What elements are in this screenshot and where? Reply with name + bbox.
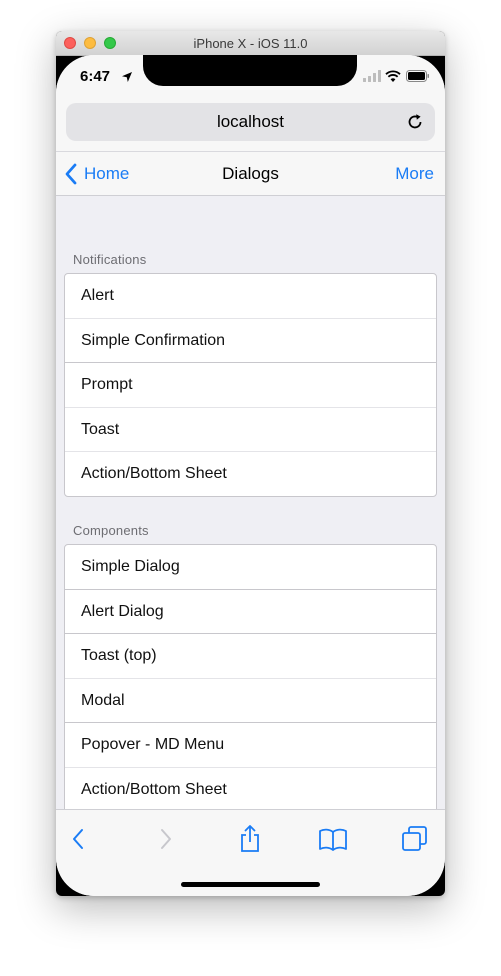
list-item[interactable]: Toast (top) (65, 634, 436, 679)
list-item[interactable]: Action/Bottom Sheet (65, 452, 436, 496)
section-header-notifications: Notifications (73, 252, 147, 267)
list-item[interactable]: Prompt (65, 363, 436, 408)
cellular-signal-icon (363, 70, 381, 82)
section-header-components: Components (73, 523, 149, 538)
home-indicator[interactable] (181, 882, 320, 887)
simulator-window: iPhone X - iOS 11.0 6:47 localhost Home … (56, 31, 445, 896)
location-arrow-icon (122, 72, 132, 82)
wifi-icon (385, 70, 401, 82)
list-item[interactable]: Alert (65, 274, 436, 319)
list-item[interactable]: Alert Dialog (65, 590, 436, 634)
address-bar[interactable]: localhost (66, 103, 435, 141)
battery-icon (406, 70, 429, 82)
components-list: Simple Dialog Alert Dialog Toast (top) M… (64, 544, 437, 813)
list-item[interactable]: Modal (65, 679, 436, 723)
safari-header: 6:47 localhost (56, 55, 445, 151)
window-titlebar: iPhone X - iOS 11.0 (56, 31, 445, 56)
list-item[interactable]: Popover - MD Menu (65, 723, 436, 768)
share-icon[interactable] (235, 824, 265, 854)
list-item[interactable]: Simple Confirmation (65, 319, 436, 363)
bookmarks-icon[interactable] (318, 824, 348, 854)
tabs-icon[interactable] (400, 824, 430, 854)
device-screen: 6:47 localhost Home Dialogs More Notific… (56, 55, 445, 896)
list-item[interactable]: Action/Bottom Sheet (65, 768, 436, 813)
reload-icon[interactable] (405, 112, 425, 132)
navigation-bar: Home Dialogs More (56, 151, 445, 196)
status-time: 6:47 (80, 68, 111, 85)
url-text: localhost (216, 112, 285, 131)
device-notch (143, 55, 357, 86)
notifications-list: Alert Simple Confirmation Prompt Toast A… (64, 273, 437, 497)
window-title: iPhone X - iOS 11.0 (193, 36, 308, 51)
list-item[interactable]: Simple Dialog (65, 545, 436, 590)
forward-icon[interactable] (150, 824, 180, 854)
page-title: Dialogs (222, 164, 279, 183)
back-icon[interactable] (64, 824, 94, 854)
list-item[interactable]: Toast (65, 408, 436, 452)
more-button[interactable]: More (395, 164, 434, 184)
